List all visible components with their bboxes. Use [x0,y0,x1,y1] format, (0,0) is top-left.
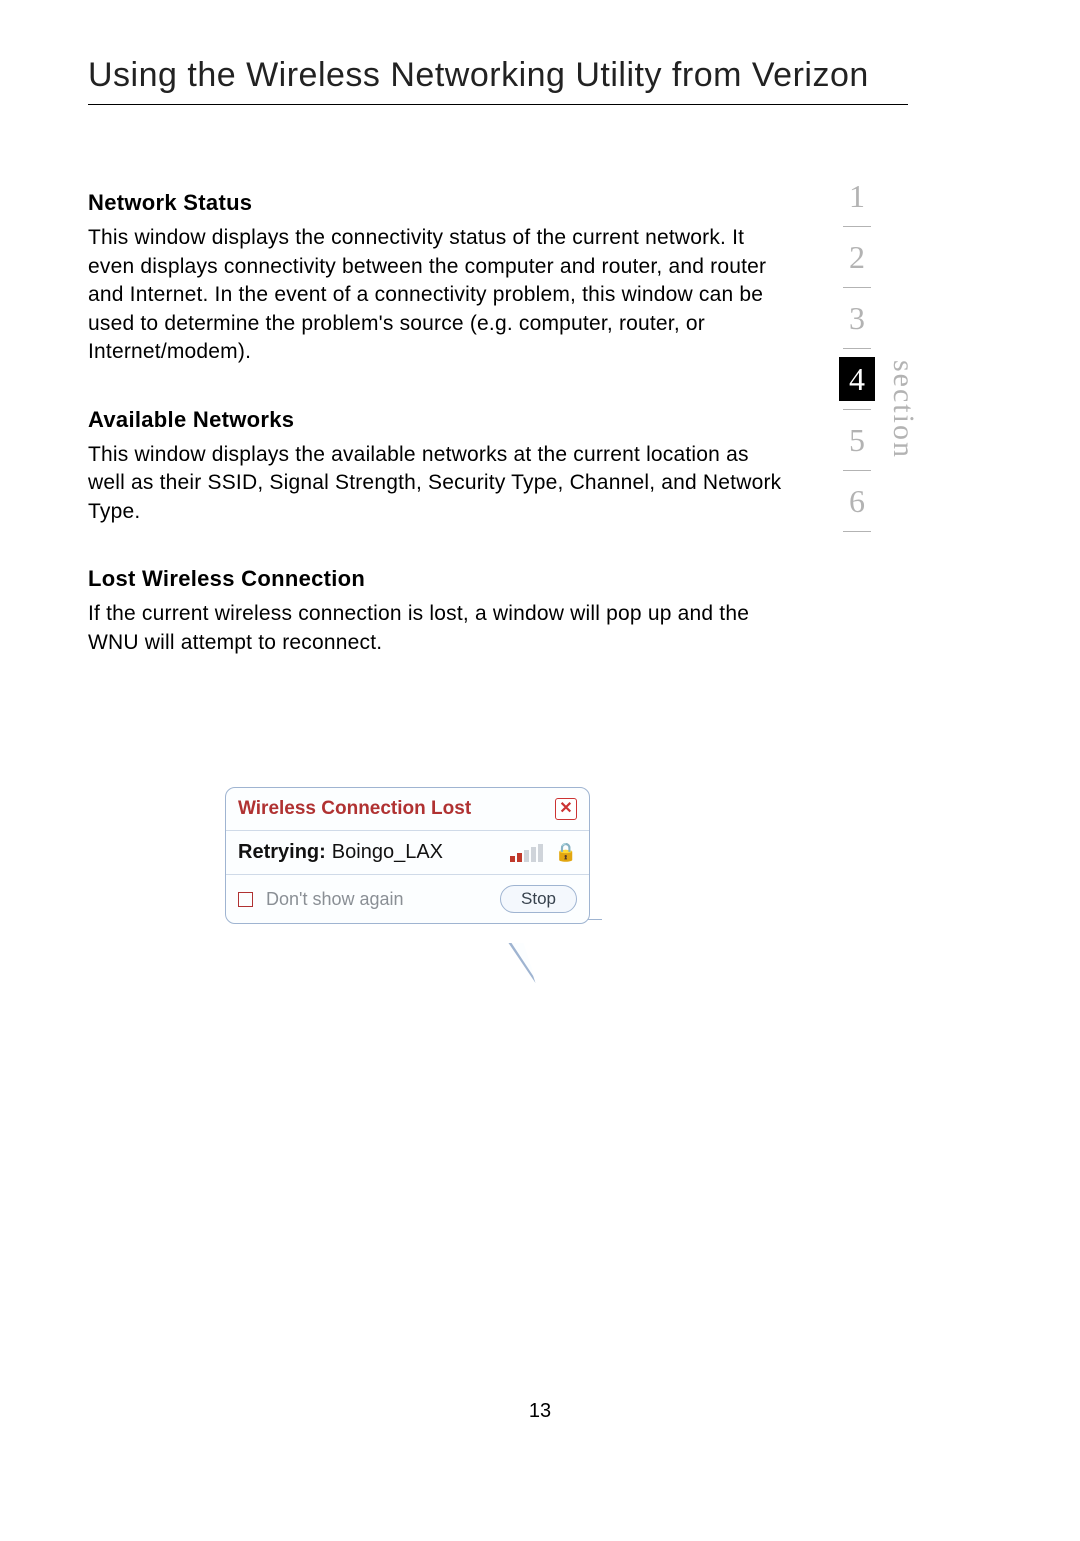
nav-divider [843,348,871,349]
section-heading: Network Status [88,190,788,216]
section-nav-item-2[interactable]: 2 [839,235,875,279]
retry-prefix: Retrying: [238,841,326,864]
dont-show-again-label: Don't show again [266,889,404,909]
section-nav: 1 2 3 4 5 6 [839,174,875,540]
section-heading: Available Networks [88,407,788,433]
popup-header: Wireless Connection Lost ✕ [226,788,589,830]
popup-connector-line [588,919,602,920]
nav-divider [843,409,871,410]
page-number: 13 [0,1400,1080,1423]
nav-divider [843,226,871,227]
popup-body: Wireless Connection Lost ✕ Retrying: Boi… [225,787,590,924]
section-para: This window displays the connectivity st… [88,224,788,367]
section-nav-item-5[interactable]: 5 [839,418,875,462]
nav-divider [843,470,871,471]
connection-lost-popup: Wireless Connection Lost ✕ Retrying: Boi… [225,787,590,924]
section-nav-item-3[interactable]: 3 [839,296,875,340]
popup-title: Wireless Connection Lost [238,798,471,820]
lock-icon: 🔒 [555,842,577,863]
popup-footer: Don't show again Stop [226,874,589,923]
nav-divider [843,531,871,532]
dont-show-again[interactable]: Don't show again [238,889,404,910]
retry-ssid: Boingo_LAX [332,841,443,864]
section-nav-item-6[interactable]: 6 [839,479,875,523]
signal-strength-icon [510,844,543,862]
stop-button[interactable]: Stop [500,885,577,913]
popup-tail-icon [509,943,536,983]
close-icon[interactable]: ✕ [555,798,577,820]
section-para: If the current wireless connection is lo… [88,600,788,657]
section-para: This window displays the available netwo… [88,441,788,527]
nav-divider [843,287,871,288]
section-nav-item-4[interactable]: 4 [839,357,875,401]
section-heading: Lost Wireless Connection [88,566,788,592]
section-nav-item-1[interactable]: 1 [839,174,875,218]
document-page: Using the Wireless Networking Utility fr… [0,0,1080,1541]
page-title: Using the Wireless Networking Utility fr… [88,56,869,95]
title-rule [88,104,908,105]
section-nav-label: section [886,360,920,459]
checkbox-icon[interactable] [238,892,253,907]
popup-retry-row: Retrying: Boingo_LAX 🔒 [226,830,589,874]
body-content: Network Status This window displays the … [88,190,788,697]
